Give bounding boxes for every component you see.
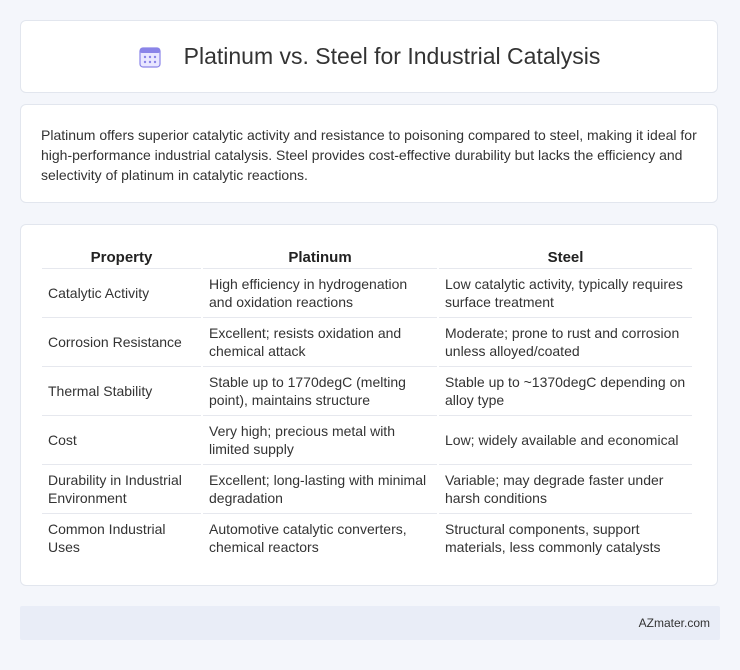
table-row: Catalytic Activity High efficiency in hy… [42,269,692,318]
title-card: Platinum vs. Steel for Industrial Cataly… [20,20,718,93]
property-cell: Cost [42,416,201,465]
table-row: Cost Very high; precious metal with limi… [42,416,692,465]
steel-cell: Low; widely available and economical [439,416,692,465]
summary-text: Platinum offers superior catalytic activ… [41,127,697,183]
steel-cell: Stable up to ~1370degC depending on allo… [439,367,692,416]
property-cell: Thermal Stability [42,367,201,416]
column-header-platinum: Platinum [203,243,437,269]
column-header-property: Property [42,243,201,269]
platinum-cell: Stable up to 1770degC (melting point), m… [203,367,437,416]
platinum-cell: High efficiency in hydrogenation and oxi… [203,269,437,318]
property-cell: Catalytic Activity [42,269,201,318]
calendar-icon [139,46,161,68]
steel-cell: Structural components, support materials… [445,521,661,555]
page-title: Platinum vs. Steel for Industrial Cataly… [183,43,601,69]
steel-cell: Low catalytic activity, typically requir… [439,269,692,318]
table-row: Corrosion Resistance Excellent; resists … [42,318,692,367]
platinum-cell: Automotive catalytic converters, chemica… [209,521,407,555]
table-header-row: Property Platinum Steel [42,243,692,269]
comparison-table: Property Platinum Steel Catalytic Activi… [40,243,694,562]
table-row: Durability in Industrial Environment Exc… [42,465,692,514]
platinum-cell: Very high; precious metal with limited s… [203,416,437,465]
property-cell: Corrosion Resistance [42,318,201,367]
footer-bar: AZmater.com [20,606,720,640]
summary-card: Platinum offers superior catalytic activ… [20,104,718,203]
table-row: Common Industrial Uses Automotive cataly… [42,514,692,562]
footer-brand: AZmater.com [638,616,710,630]
steel-cell: Variable; may degrade faster under harsh… [439,465,692,514]
comparison-card: Property Platinum Steel Catalytic Activi… [20,224,718,586]
property-cell: Durability in Industrial Environment [42,465,201,514]
column-header-steel: Steel [439,243,692,269]
platinum-cell: Excellent; resists oxidation and chemica… [203,318,437,367]
property-cell: Common Industrial Uses [48,521,166,555]
table-row: Thermal Stability Stable up to 1770degC … [42,367,692,416]
platinum-cell: Excellent; long-lasting with minimal deg… [203,465,437,514]
steel-cell: Moderate; prone to rust and corrosion un… [439,318,692,367]
